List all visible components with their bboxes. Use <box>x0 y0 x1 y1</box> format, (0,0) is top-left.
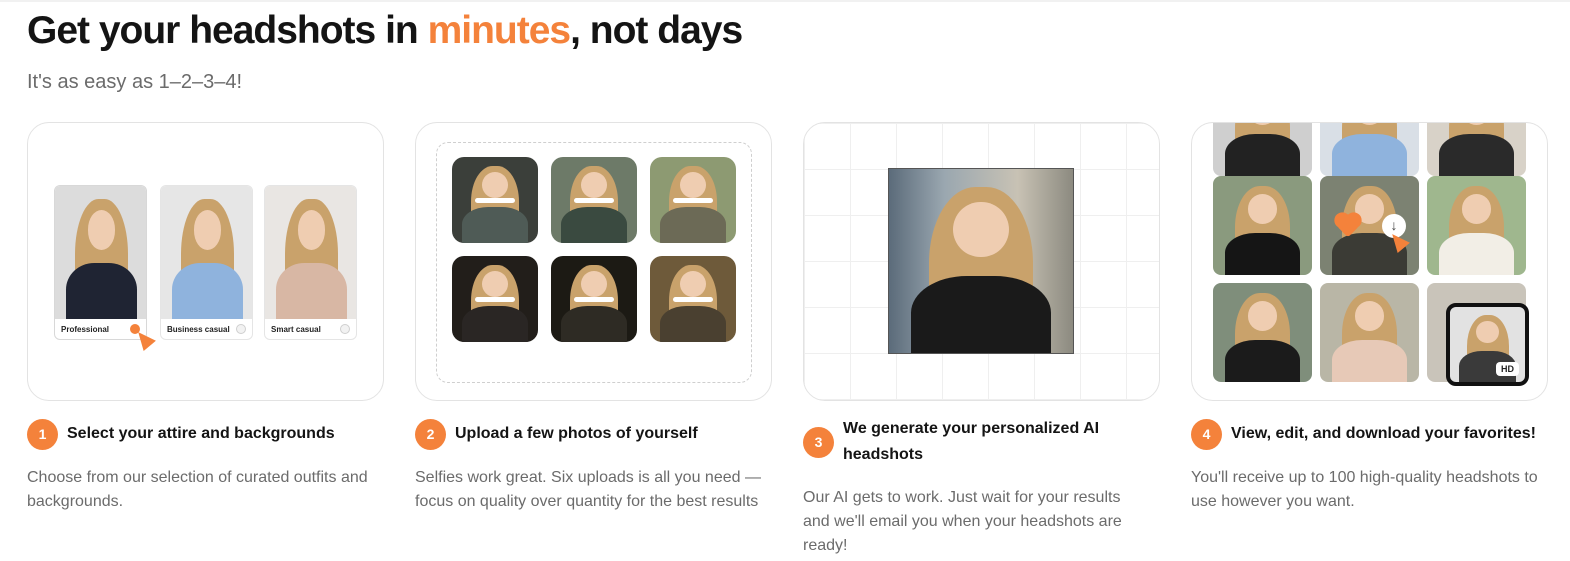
step-title: We generate your personalized AI headsho… <box>843 420 1100 463</box>
step-number: 2 <box>415 419 446 450</box>
attire-option-smart-casual[interactable]: Smart casual <box>264 185 357 340</box>
hd-badge: HD <box>1496 362 1519 376</box>
step-4: 4 View, edit, and download your favorite… <box>1191 419 1536 450</box>
selfie-photo <box>650 157 736 243</box>
step-title: Upload a few photos of yourself <box>455 425 698 442</box>
title-text-end: , not days <box>570 9 743 52</box>
attire-photo <box>161 186 252 319</box>
headshot-tile[interactable] <box>1320 123 1419 176</box>
selfie-photo <box>452 157 538 243</box>
title-accent: minutes <box>427 9 572 52</box>
gallery-illustration-card: ↓ HD <box>1191 122 1548 401</box>
headshot-tile[interactable] <box>1427 176 1526 275</box>
step-title: Select your attire and backgrounds <box>67 425 335 442</box>
attire-option-business-casual[interactable]: Business casual <box>160 185 253 340</box>
attire-illustration-card: Professional Business casual Smart casua… <box>27 122 384 401</box>
upload-illustration-card <box>415 122 772 401</box>
generate-illustration-card <box>803 122 1160 401</box>
selfie-photo <box>551 157 637 243</box>
attire-label: Professional <box>61 325 110 334</box>
selfie-photo <box>551 256 637 342</box>
step-description: Choose from our selection of curated out… <box>27 469 368 510</box>
headshot-tile[interactable] <box>1213 176 1312 275</box>
headshot-tile[interactable]: ↓ <box>1320 176 1419 275</box>
attire-option-professional[interactable]: Professional <box>54 185 147 340</box>
check-icon <box>340 324 350 334</box>
headshot-tile[interactable] <box>1213 123 1312 176</box>
step-number: 1 <box>27 419 58 450</box>
step-2: 2 Upload a few photos of yourself <box>415 419 698 450</box>
check-icon <box>236 324 246 334</box>
selfie-photo <box>452 256 538 342</box>
step-number: 3 <box>803 427 834 458</box>
attire-photo <box>265 186 356 319</box>
selfie-photo <box>650 256 736 342</box>
step-number: 4 <box>1191 419 1222 450</box>
step-title: View, edit, and download your favorites! <box>1231 425 1536 442</box>
attire-label: Business casual <box>167 325 230 334</box>
step-3: 3 We generate your personalized AI heads… <box>803 416 1133 468</box>
headshot-tile[interactable] <box>1213 283 1312 382</box>
step-description: Selfies work great. Six uploads is all y… <box>415 469 761 510</box>
page-subtitle: It's as easy as 1–2–3–4! <box>27 71 243 93</box>
generated-headshot <box>888 168 1074 354</box>
top-divider <box>0 0 1570 2</box>
step-description: Our AI gets to work. Just wait for your … <box>803 489 1122 554</box>
page-title: Get your headshots in minutes, not days <box>27 9 743 53</box>
headshot-tile[interactable] <box>1427 123 1526 176</box>
hd-preview[interactable]: HD <box>1446 303 1529 386</box>
headshot-tile[interactable] <box>1320 283 1419 382</box>
attire-photo <box>55 186 146 319</box>
attire-label: Smart casual <box>271 325 321 334</box>
step-description: You'll receive up to 100 high-quality he… <box>1191 469 1538 510</box>
title-text: Get your headshots in <box>27 9 419 52</box>
step-1: 1 Select your attire and backgrounds <box>27 419 335 450</box>
